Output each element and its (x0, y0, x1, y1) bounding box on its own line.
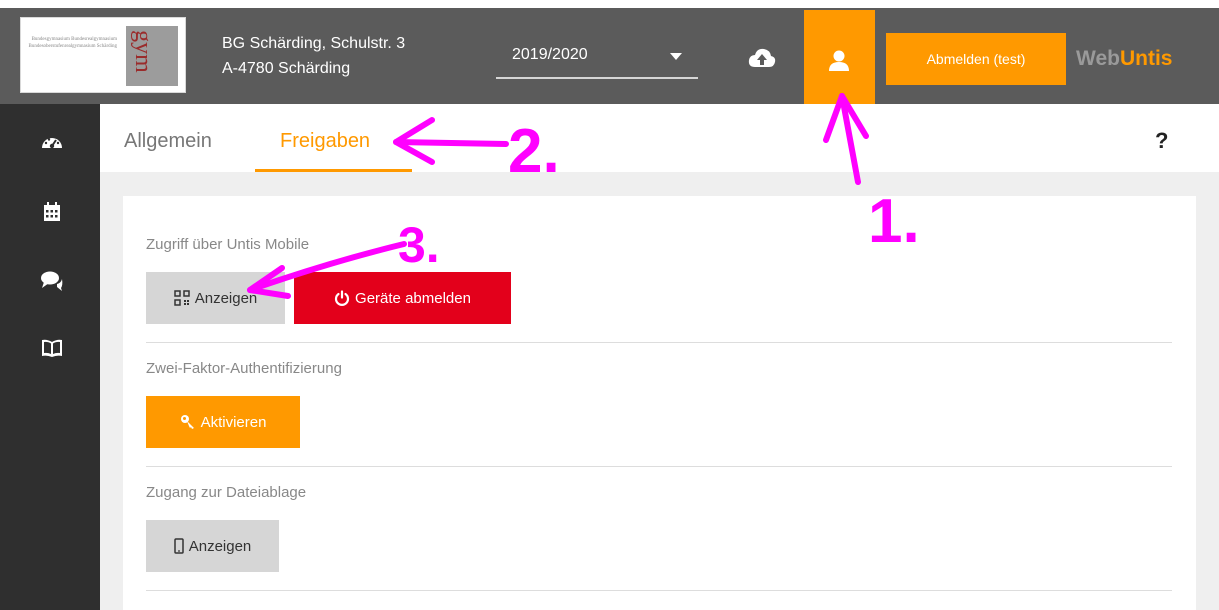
logout-devices-label: Geräte abmelden (355, 289, 471, 307)
logo-caption: Bundesgymnasium Bundesrealgymnasium Bund… (28, 37, 117, 49)
section-divider (146, 590, 1172, 591)
mobile-show-button[interactable]: Anzeigen (146, 272, 285, 324)
mobile-device-icon (173, 538, 184, 554)
brand-untis: Untis (1119, 47, 1173, 70)
book-icon[interactable] (40, 336, 64, 360)
webuntis-logo: WebUntis (1076, 47, 1172, 71)
sidebar (0, 104, 100, 610)
section-label-twofactor: Zwei-Faktor-Authentifizierung (146, 360, 342, 377)
logo-word: gym (129, 30, 156, 73)
tab-freigaben[interactable]: Freigaben (280, 130, 370, 153)
brand-web: Web (1076, 47, 1120, 70)
tab-bar: Allgemein Freigaben ? (100, 104, 1219, 172)
settings-card: Zugriff über Untis Mobile Anzeigen Gerät… (123, 196, 1196, 610)
logout-devices-button[interactable]: Geräte abmelden (294, 272, 511, 324)
section-label-files: Zugang zur Dateiablage (146, 484, 307, 501)
school-address: BG Schärding, Schulstr. 3 A-4780 Schärdi… (222, 31, 405, 81)
section-divider (146, 342, 1172, 343)
user-icon (829, 50, 849, 71)
files-show-label: Anzeigen (188, 537, 252, 555)
activate-2fa-button[interactable]: Aktivieren (146, 396, 300, 448)
main-content: Allgemein Freigaben ? Zugriff über Untis… (100, 104, 1219, 610)
user-profile-button[interactable] (804, 10, 875, 104)
school-logo: Bundesgymnasium Bundesrealgymnasium Bund… (20, 17, 186, 93)
section-label-mobile: Zugriff über Untis Mobile (146, 236, 310, 253)
key-icon (180, 415, 194, 429)
active-tab-indicator (255, 169, 412, 172)
files-show-button[interactable]: Anzeigen (146, 520, 279, 572)
section-divider (146, 466, 1172, 467)
header-top-border (0, 0, 1219, 8)
chevron-down-icon (670, 53, 682, 60)
school-address-line1: BG Schärding, Schulstr. 3 (222, 35, 406, 52)
qr-code-icon (173, 290, 190, 306)
dashboard-icon[interactable] (40, 130, 64, 154)
help-button[interactable]: ? (1155, 128, 1168, 154)
calendar-icon[interactable] (40, 200, 64, 224)
cloud-upload-icon[interactable] (748, 47, 776, 69)
power-icon (334, 290, 350, 306)
tab-allgemein[interactable]: Allgemein (124, 130, 212, 153)
school-year-value: 2019/2020 (512, 46, 588, 63)
school-address-line2: A-4780 Schärding (222, 60, 351, 77)
messages-icon[interactable] (40, 268, 64, 292)
mobile-show-label: Anzeigen (194, 289, 258, 307)
school-year-select[interactable]: 2019/2020 (496, 33, 698, 79)
logout-button[interactable]: Abmelden (test) (886, 33, 1066, 85)
activate-2fa-label: Aktivieren (200, 413, 267, 431)
